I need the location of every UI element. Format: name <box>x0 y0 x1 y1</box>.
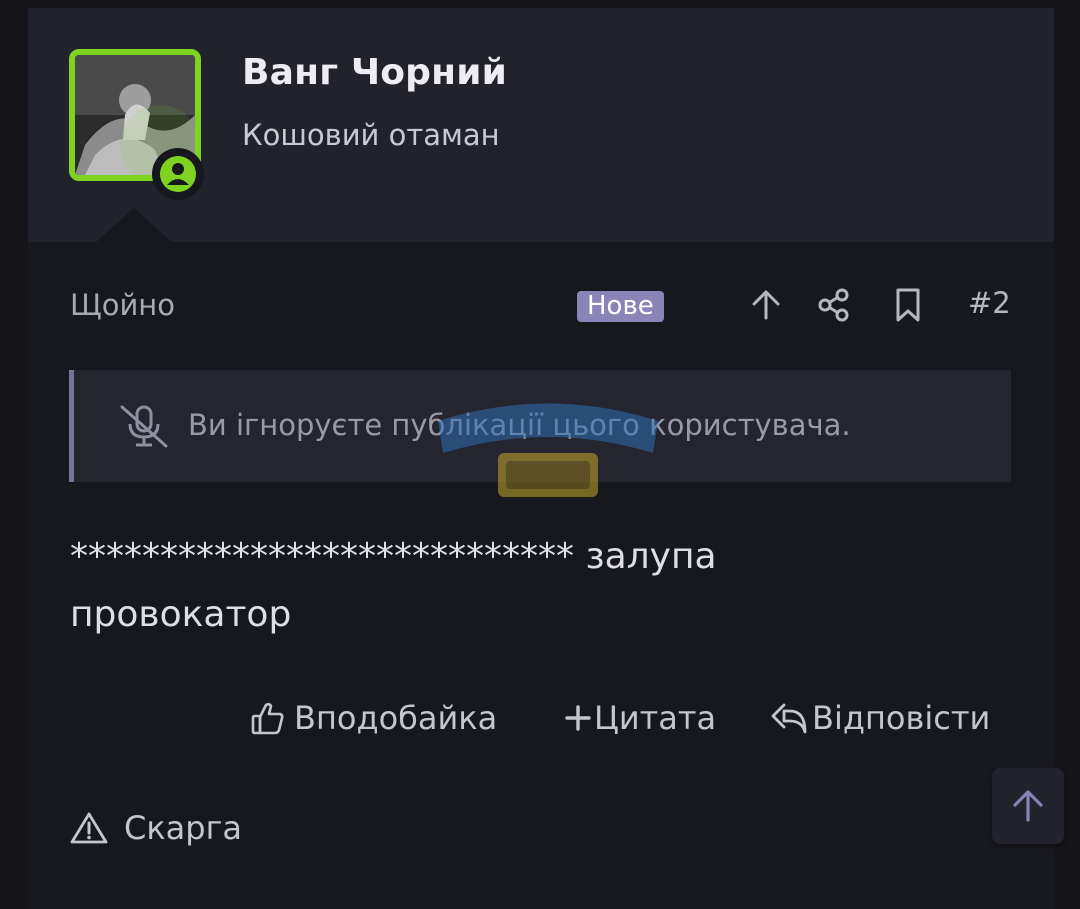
share-icon[interactable] <box>814 285 854 325</box>
report-button[interactable]: Скарга <box>70 808 242 848</box>
online-status-badge <box>152 148 204 200</box>
watermark-logo <box>428 391 668 515</box>
quote-label: Цитата <box>594 699 717 737</box>
like-label: Вподобайка <box>294 699 498 737</box>
post-number-link[interactable]: #2 <box>968 286 1011 320</box>
quote-button[interactable]: Цитата <box>564 698 716 738</box>
scroll-to-top-button[interactable] <box>992 768 1064 844</box>
reply-button[interactable]: Відповісти <box>770 698 990 738</box>
post-container: Ванг Чорний Кошовий отаман Щойно Нове #2 <box>28 8 1054 909</box>
arrow-up-icon[interactable] <box>746 285 786 325</box>
username[interactable]: Ванг Чорний <box>242 52 507 93</box>
plus-icon <box>564 704 592 732</box>
post-text-line-1: **************************** залупа <box>70 536 717 577</box>
post-body: **************************** залупа пров… <box>70 528 1010 644</box>
reply-label: Відповісти <box>812 699 991 737</box>
post-time[interactable]: Щойно <box>70 288 175 322</box>
header-pointer <box>94 208 174 244</box>
thumbs-up-icon <box>250 700 286 736</box>
like-button[interactable]: Вподобайка <box>250 698 497 738</box>
bookmark-icon[interactable] <box>888 285 928 325</box>
new-badge: Нове <box>577 291 664 322</box>
warning-icon <box>70 811 108 845</box>
user-header: Ванг Чорний Кошовий отаман <box>28 8 1054 244</box>
user-title: Кошовий отаман <box>242 118 500 152</box>
arrow-up-icon <box>1013 790 1043 822</box>
user-online-icon <box>160 156 196 192</box>
reply-icon <box>770 701 808 735</box>
post-text-line-2: провокатор <box>70 594 292 635</box>
report-label: Скарга <box>124 809 243 847</box>
muted-microphone-icon <box>118 404 170 452</box>
